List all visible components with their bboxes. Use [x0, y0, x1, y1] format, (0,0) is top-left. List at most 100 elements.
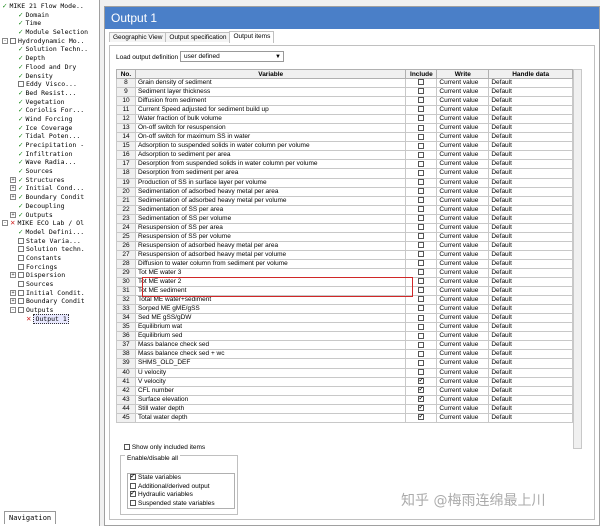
write-cell[interactable]: Current value: [436, 340, 490, 351]
include-checkbox[interactable]: [418, 242, 425, 249]
include-checkbox[interactable]: [418, 79, 425, 86]
nav-item[interactable]: ✓ Infiltration: [0, 150, 100, 159]
table-row[interactable]: 16 Adsorption to sediment per area Current…: [116, 150, 573, 161]
collapse-icon[interactable]: -: [2, 220, 8, 227]
handle-data-cell[interactable]: Default: [488, 249, 573, 260]
handle-data-cell[interactable]: Default: [488, 313, 573, 324]
write-cell[interactable]: Current value: [436, 394, 490, 405]
table-row[interactable]: 27 Resuspension of adsorbed heavy metal p…: [116, 249, 573, 260]
handle-data-cell[interactable]: Default: [488, 349, 573, 360]
write-cell[interactable]: Current value: [436, 349, 490, 360]
include-checkbox[interactable]: [418, 169, 425, 176]
write-cell[interactable]: Current value: [436, 168, 490, 179]
handle-data-cell[interactable]: Default: [488, 295, 573, 306]
handle-data-cell[interactable]: Default: [488, 222, 573, 233]
nav-item[interactable]: ✓ Wave Radia...: [0, 158, 100, 167]
handle-data-cell[interactable]: Default: [488, 286, 573, 297]
enable-option-checkbox[interactable]: [130, 499, 136, 506]
table-scrollbar[interactable]: [573, 69, 582, 449]
nav-item[interactable]: + Boundary Condit: [0, 297, 100, 306]
handle-data-cell[interactable]: Default: [488, 123, 573, 134]
handle-data-cell[interactable]: Default: [488, 141, 573, 152]
write-cell[interactable]: Current value: [436, 331, 490, 342]
handle-data-cell[interactable]: Default: [488, 367, 573, 378]
include-checkbox[interactable]: [418, 133, 425, 140]
handle-data-cell[interactable]: Default: [488, 231, 573, 242]
table-row[interactable]: 12 Water fraction of bulk volume Current v…: [116, 114, 573, 125]
handle-data-cell[interactable]: Default: [488, 394, 573, 405]
handle-data-cell[interactable]: Default: [488, 195, 573, 206]
write-cell[interactable]: Current value: [436, 231, 490, 242]
include-checkbox[interactable]: [418, 215, 425, 221]
include-checkbox[interactable]: [418, 269, 425, 276]
include-checkbox[interactable]: [418, 233, 425, 240]
handle-data-cell[interactable]: Default: [488, 87, 573, 98]
include-checkbox[interactable]: [418, 278, 425, 285]
nav-item[interactable]: + ✓ Boundary Condit: [0, 193, 100, 202]
include-checkbox[interactable]: [418, 369, 425, 375]
write-cell[interactable]: Current value: [436, 385, 490, 396]
include-checkbox[interactable]: [418, 359, 425, 366]
write-cell[interactable]: Current value: [436, 195, 490, 206]
nav-item[interactable]: Forcings: [0, 263, 100, 272]
include-checkbox[interactable]: [418, 396, 425, 402]
expand-icon[interactable]: +: [10, 185, 16, 192]
nav-item[interactable]: ✓ Coriolis For...: [0, 106, 100, 115]
navigation-tab[interactable]: Navigation: [4, 511, 57, 524]
handle-data-cell[interactable]: Default: [488, 258, 573, 269]
table-row[interactable]: 8 Grain density of sediment Current value D…: [116, 77, 573, 89]
collapse-icon[interactable]: -: [2, 37, 8, 44]
write-cell[interactable]: Current value: [436, 277, 490, 288]
table-row[interactable]: 41V velocity Current valueDefault: [116, 376, 573, 387]
table-row[interactable]: 15 Adsorption to suspended solids in wate…: [116, 141, 573, 152]
handle-data-cell[interactable]: Default: [488, 114, 573, 125]
handle-data-cell[interactable]: Default: [488, 385, 573, 396]
table-row[interactable]: 30 Tot ME water 2 Current value Default: [116, 277, 573, 288]
nav-item[interactable]: + Initial Condit.: [0, 289, 100, 298]
nav-item[interactable]: + ✓ Structures: [0, 176, 100, 185]
nav-item[interactable]: ✓ Sources: [0, 167, 100, 176]
nav-item[interactable]: ✓ Tidal Poten...: [0, 132, 100, 141]
nav-item[interactable]: ✕ Output 1: [0, 313, 100, 324]
include-checkbox[interactable]: [418, 224, 425, 231]
table-row[interactable]: 43Surface elevation Current valueDefault: [116, 394, 573, 405]
write-cell[interactable]: Current value: [436, 249, 490, 260]
write-cell[interactable]: Current value: [436, 141, 490, 152]
table-row[interactable]: 26 Resuspension of adsorbed heavy metal p…: [116, 240, 573, 251]
write-cell[interactable]: Current value: [436, 213, 490, 224]
table-row[interactable]: 33 Sorped ME gME/gSS Current value Default: [116, 304, 573, 315]
write-cell[interactable]: Current value: [436, 313, 490, 324]
table-row[interactable]: 13 On-off switch for resuspension Current …: [116, 123, 573, 134]
include-checkbox[interactable]: [418, 88, 425, 95]
write-cell[interactable]: Current value: [436, 295, 490, 306]
write-cell[interactable]: Current value: [436, 403, 490, 414]
write-cell[interactable]: Current value: [436, 105, 490, 116]
include-checkbox[interactable]: [418, 341, 425, 348]
handle-data-cell[interactable]: Default: [488, 331, 573, 342]
nav-item[interactable]: Solution techn.: [0, 245, 100, 254]
include-checkbox[interactable]: [418, 414, 425, 421]
include-checkbox[interactable]: [418, 197, 425, 203]
handle-data-cell[interactable]: Default: [488, 177, 573, 188]
handle-data-cell[interactable]: Default: [488, 376, 573, 387]
include-checkbox[interactable]: [418, 314, 425, 321]
enable-option-checkbox[interactable]: [130, 474, 136, 481]
table-row[interactable]: 40 U velocity Current value Default: [116, 367, 573, 378]
table-row[interactable]: 35 Equilibrium wat Current value Default: [116, 322, 573, 333]
nav-item[interactable]: - Hydrodynamic Mo..: [0, 37, 100, 46]
expand-icon[interactable]: +: [10, 298, 16, 305]
nav-item[interactable]: ✓ Time: [0, 19, 100, 28]
table-row[interactable]: 17 Desorption from suspended solids in wa…: [116, 159, 573, 170]
handle-data-cell[interactable]: Default: [488, 412, 573, 423]
write-cell[interactable]: Current value: [436, 240, 490, 251]
write-cell[interactable]: Current value: [436, 87, 490, 98]
include-checkbox[interactable]: [418, 151, 425, 158]
table-row[interactable]: 38 Mass balance check sed + wc Current val…: [116, 349, 573, 360]
handle-data-cell[interactable]: Default: [488, 340, 573, 351]
write-cell[interactable]: Current value: [436, 77, 490, 89]
nav-item[interactable]: + Dispersion: [0, 271, 100, 280]
tab-output-items[interactable]: Output items: [229, 31, 275, 43]
include-checkbox[interactable]: [418, 323, 425, 330]
handle-data-cell[interactable]: Default: [488, 159, 573, 170]
handle-data-cell[interactable]: Default: [488, 204, 573, 215]
